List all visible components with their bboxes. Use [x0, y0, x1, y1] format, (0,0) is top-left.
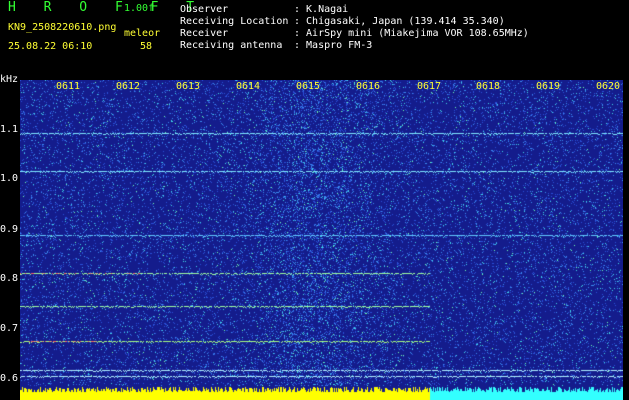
antenna-label: Receiving antenna	[180, 40, 283, 51]
time-tick-label: 0618	[476, 81, 501, 92]
spectrogram-canvas	[20, 80, 623, 400]
location-label: Receiving Location	[180, 16, 289, 27]
freq-tick-label: 0.6	[0, 373, 19, 384]
version-label: 1.00f	[124, 3, 155, 14]
freq-tick-label: 0.8	[0, 273, 19, 284]
receiver-value: : AirSpy mini (Miakejima VOR 108.65MHz)	[294, 28, 529, 39]
spectrogram-area	[20, 80, 623, 400]
antenna-value: : Maspro FM-3	[294, 40, 373, 51]
freq-tick-label: 0.9	[0, 224, 19, 235]
freq-tick-label: 1.1	[0, 124, 19, 135]
freq-tick-label: 0.7	[0, 323, 19, 334]
location-value: : Chigasaki, Japan (139.414 35.340)	[294, 16, 505, 27]
file-name: KN9_2508220610.png	[8, 22, 117, 33]
unit-label: kHz	[0, 74, 19, 85]
time-tick-label: 0619	[536, 81, 561, 92]
time-tick-label: 0613	[176, 81, 201, 92]
time-tick-label: 0612	[116, 81, 141, 92]
header-panel: H R O F F T 1.00f KN9_2508220610.png mel…	[0, 0, 629, 74]
observer-label: Observer	[180, 4, 229, 15]
freq-tick-label: 1.0	[0, 173, 19, 184]
time-tick-label: 0614	[236, 81, 261, 92]
receiver-label: Receiver	[180, 28, 229, 39]
observer-value: : K.Nagai	[294, 4, 349, 15]
mode-label: meleor	[124, 28, 161, 39]
count-value: 58	[140, 41, 153, 52]
time-tick-label: 0616	[356, 81, 381, 92]
timestamp: 25.08.22 06:10	[8, 41, 93, 52]
time-tick-label: 0617	[417, 81, 442, 92]
time-tick-label: 0620	[596, 81, 621, 92]
time-tick-label: 0615	[296, 81, 321, 92]
app-title: H R O F F T	[8, 0, 205, 15]
time-tick-label: 0611	[56, 81, 81, 92]
